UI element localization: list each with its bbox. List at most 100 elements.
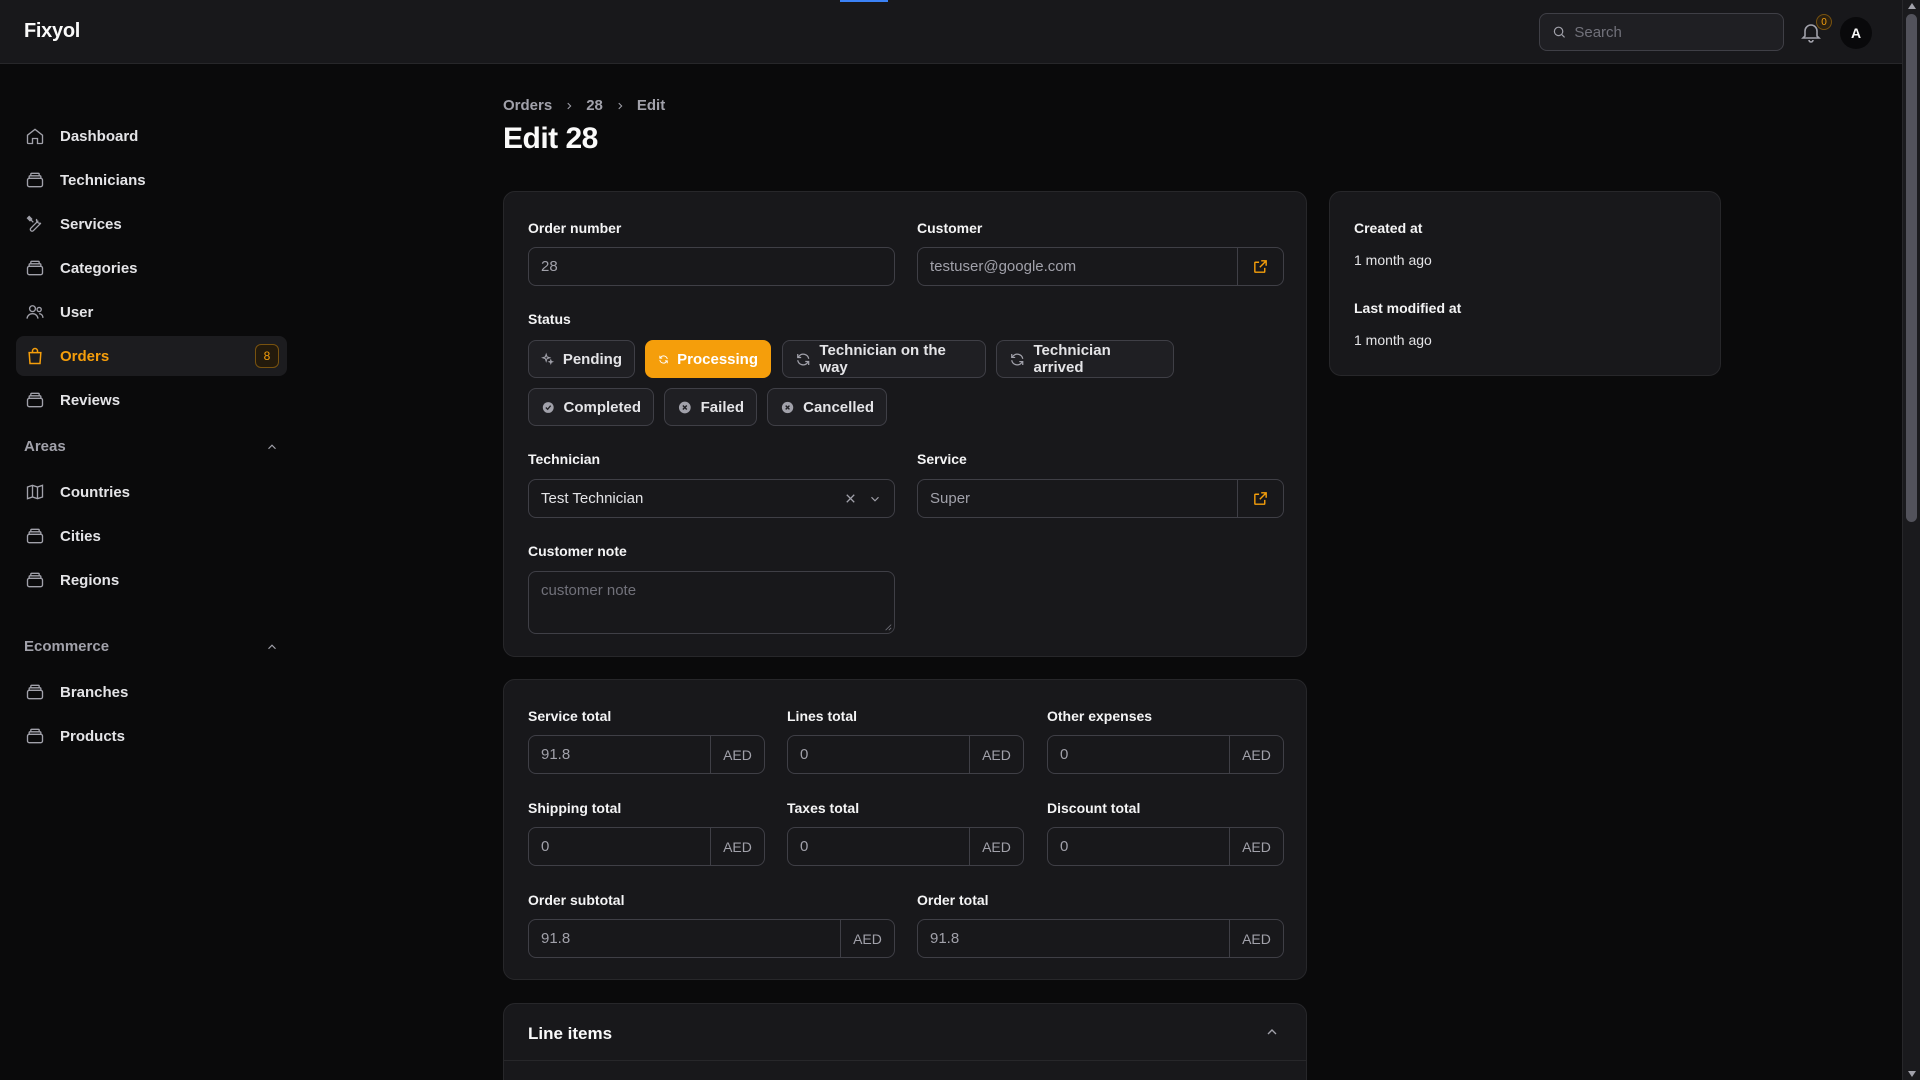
sidebar-item-label: Services (60, 215, 122, 233)
sidebar-group-ecommerce[interactable]: Ecommerce (24, 638, 279, 655)
sparkles-icon (541, 352, 555, 365)
breadcrumb-orders[interactable]: Orders (503, 97, 552, 114)
chevron-up-icon[interactable] (1264, 1024, 1280, 1040)
currency-suffix: AED (710, 828, 764, 865)
other-expenses-field[interactable]: 0 AED (1047, 735, 1284, 774)
shopping-bag-icon (24, 345, 46, 367)
shipping-total-value: 0 (541, 838, 550, 855)
status-option-label: Technician on the way (819, 342, 946, 376)
breadcrumb-edit: Edit (636, 97, 666, 114)
lines-total-field[interactable]: 0 AED (787, 735, 1024, 774)
sidebar-item-branches[interactable]: Branches (16, 672, 287, 712)
customer-note-textarea[interactable]: customer note (528, 571, 895, 634)
order-number-field[interactable]: 28 (528, 247, 895, 286)
last-modified-value: 1 month ago (1354, 332, 1432, 348)
status-failed-button[interactable]: Failed (664, 388, 757, 426)
sidebar-group-areas[interactable]: Areas (24, 438, 279, 455)
sidebar-item-cities[interactable]: Cities (16, 516, 287, 556)
sidebar-item-reviews[interactable]: Reviews (16, 380, 287, 420)
discount-total-label: Discount total (1047, 800, 1141, 816)
chevron-up-icon[interactable] (265, 440, 279, 454)
breadcrumb-order-28[interactable]: 28 (586, 97, 603, 114)
home-icon (24, 125, 46, 147)
created-at-value: 1 month ago (1354, 252, 1432, 268)
created-at-label: Created at (1354, 220, 1423, 236)
status-pending-button[interactable]: Pending (528, 340, 635, 378)
order-total-value: 91.8 (930, 930, 960, 947)
resize-handle-icon[interactable] (884, 623, 892, 631)
user-avatar[interactable]: A (1840, 17, 1872, 49)
customer-field[interactable]: testuser@google.com (917, 247, 1284, 286)
discount-total-field[interactable]: 0 AED (1047, 827, 1284, 866)
global-search[interactable] (1539, 13, 1784, 51)
customer-label: Customer (917, 220, 983, 236)
sidebar-group-label: Ecommerce (24, 638, 110, 655)
sidebar-item-label: Dashboard (60, 127, 139, 145)
technician-select[interactable]: Test Technician (528, 479, 895, 518)
order-total-field[interactable]: 91.8 AED (917, 919, 1284, 958)
breadcrumb: Orders 28 Edit (503, 97, 665, 114)
open-customer-button[interactable] (1237, 248, 1283, 285)
shipping-total-label: Shipping total (528, 800, 622, 816)
sidebar-item-technicians[interactable]: Technicians (16, 160, 287, 200)
sidebar-item-label: Branches (60, 683, 129, 701)
scroll-down-arrow[interactable] (1908, 1071, 1916, 1077)
status-technician-arrived-button[interactable]: Technician arrived (996, 340, 1174, 378)
open-service-button[interactable] (1237, 480, 1283, 517)
order-subtotal-label: Order subtotal (528, 892, 625, 908)
sidebar-item-label: Categories (60, 259, 138, 277)
clear-icon[interactable] (843, 491, 858, 506)
sidebar-group-label: Areas (24, 438, 66, 455)
map-icon (24, 481, 46, 503)
stack-icon (24, 569, 46, 591)
service-total-field[interactable]: 91.8 AED (528, 735, 765, 774)
taxes-total-label: Taxes total (787, 800, 860, 816)
service-total-label: Service total (528, 708, 612, 724)
scroll-up-arrow[interactable] (1908, 3, 1916, 9)
scrollbar-thumb[interactable] (1906, 14, 1917, 522)
chevron-up-icon[interactable] (265, 640, 279, 654)
users-icon (24, 301, 46, 323)
refresh-icon (797, 353, 810, 365)
service-field[interactable]: Super (917, 479, 1284, 518)
sidebar-item-services[interactable]: Services (16, 204, 287, 244)
status-option-label: Cancelled (803, 398, 874, 416)
page-scrollbar[interactable] (1902, 0, 1920, 1080)
status-label: Status (528, 311, 571, 327)
page-title: Edit 28 (503, 122, 598, 155)
status-completed-button[interactable]: Completed (528, 388, 654, 426)
order-subtotal-field[interactable]: 91.8 AED (528, 919, 895, 958)
status-processing-button[interactable]: Processing (645, 340, 771, 378)
external-link-icon (1254, 260, 1267, 273)
customer-note-placeholder: customer note (541, 582, 637, 599)
status-technician-on-the-way-button[interactable]: Technician on the way (782, 340, 986, 378)
orders-count-badge: 8 (255, 344, 279, 368)
sidebar-item-countries[interactable]: Countries (16, 472, 287, 512)
sidebar-item-products[interactable]: Products (16, 716, 287, 756)
shipping-total-field[interactable]: 0 AED (528, 827, 765, 866)
currency-suffix: AED (969, 828, 1023, 865)
order-number-label: Order number (528, 220, 622, 236)
currency-suffix: AED (1229, 920, 1283, 957)
sidebar-item-dashboard[interactable]: Dashboard (16, 116, 287, 156)
order-total-label: Order total (917, 892, 989, 908)
chevron-right-icon (567, 102, 572, 109)
status-option-label: Technician arrived (1033, 342, 1111, 376)
order-number-value: 28 (541, 258, 558, 275)
status-cancelled-button[interactable]: Cancelled (767, 388, 887, 426)
sidebar-item-regions[interactable]: Regions (16, 560, 287, 600)
stack-icon (24, 525, 46, 547)
lines-total-value: 0 (800, 746, 809, 763)
taxes-total-field[interactable]: 0 AED (787, 827, 1024, 866)
search-input[interactable] (1574, 23, 1771, 41)
stack-icon (24, 389, 46, 411)
sidebar-item-orders[interactable]: Orders 8 (16, 336, 287, 376)
brand-logo[interactable]: Fixyol (24, 20, 80, 43)
sidebar-item-user[interactable]: User (16, 292, 287, 332)
currency-suffix: AED (1229, 828, 1283, 865)
chevron-down-icon[interactable] (868, 492, 882, 506)
sidebar-item-label: Cities (60, 527, 101, 545)
section-divider (504, 1060, 1306, 1061)
sidebar-item-categories[interactable]: Categories (16, 248, 287, 288)
stack-icon (24, 169, 46, 191)
